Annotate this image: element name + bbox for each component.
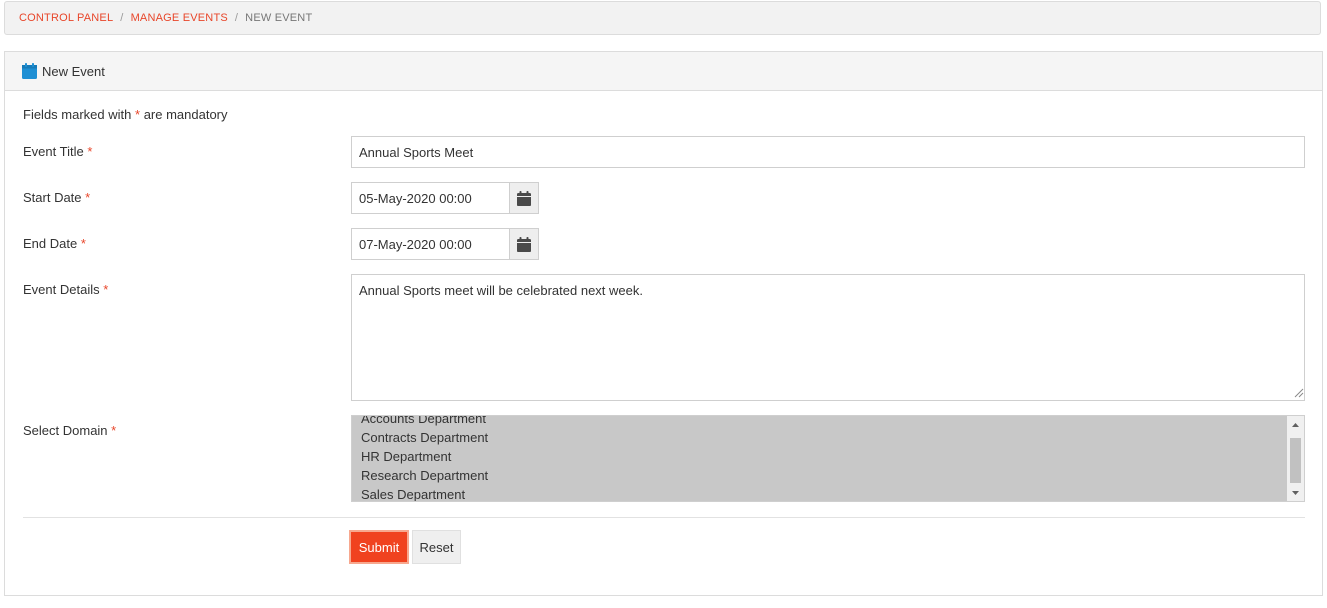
- domain-option[interactable]: Accounts Department: [352, 416, 1287, 428]
- end-date-label: End Date *: [23, 236, 86, 251]
- calendar-icon: [517, 236, 531, 252]
- event-title-input[interactable]: [351, 136, 1305, 168]
- breadcrumb-control-panel[interactable]: CONTROL PANEL: [19, 12, 113, 24]
- required-marker: *: [135, 107, 141, 122]
- mandatory-note: Fields marked with * are mandatory: [23, 107, 228, 122]
- domain-option[interactable]: Contracts Department: [352, 428, 1287, 447]
- domain-option[interactable]: Research Department: [352, 466, 1287, 485]
- mandatory-note-suffix: are mandatory: [143, 107, 228, 122]
- listbox-options: Accounts Department Contracts Department…: [352, 416, 1287, 501]
- required-marker: *: [87, 144, 93, 159]
- start-date-label-text: Start Date: [23, 190, 82, 205]
- start-date-picker-button[interactable]: [509, 182, 539, 214]
- select-domain-label-text: Select Domain: [23, 423, 108, 438]
- end-date-input[interactable]: [351, 228, 509, 260]
- domain-option[interactable]: Sales Department: [352, 485, 1287, 501]
- mandatory-note-prefix: Fields marked with: [23, 107, 132, 122]
- required-marker: *: [111, 423, 117, 438]
- select-domain-label: Select Domain *: [23, 423, 116, 438]
- breadcrumb-current: NEW EVENT: [245, 12, 313, 24]
- breadcrumb: CONTROL PANEL / MANAGE EVENTS / NEW EVEN…: [4, 1, 1321, 35]
- breadcrumb-separator: /: [120, 12, 124, 24]
- reset-button[interactable]: Reset: [412, 530, 461, 564]
- required-marker: *: [80, 236, 86, 251]
- end-date-group: [351, 228, 539, 260]
- end-date-picker-button[interactable]: [509, 228, 539, 260]
- required-marker: *: [103, 282, 109, 297]
- required-marker: *: [85, 190, 91, 205]
- breadcrumb-manage-events[interactable]: MANAGE EVENTS: [131, 12, 228, 24]
- resize-grip-icon[interactable]: [1294, 388, 1304, 398]
- end-date-label-text: End Date: [23, 236, 78, 251]
- listbox-scrollbar[interactable]: [1287, 416, 1304, 501]
- submit-button[interactable]: Submit: [349, 530, 409, 564]
- breadcrumb-separator: /: [234, 12, 239, 24]
- domain-option[interactable]: HR Department: [352, 447, 1287, 466]
- scroll-down-arrow-icon[interactable]: [1287, 484, 1304, 501]
- panel-title: New Event: [42, 63, 105, 79]
- panel-header: New Event: [5, 52, 1322, 91]
- event-title-label-text: Event Title: [23, 144, 84, 159]
- event-details-label: Event Details *: [23, 282, 108, 297]
- start-date-group: [351, 182, 539, 214]
- select-domain-listbox[interactable]: Accounts Department Contracts Department…: [351, 415, 1305, 502]
- event-title-label: Event Title *: [23, 144, 92, 159]
- form-divider: [23, 517, 1305, 518]
- calendar-icon: [22, 63, 37, 79]
- scroll-up-arrow-icon[interactable]: [1287, 416, 1304, 433]
- start-date-label: Start Date *: [23, 190, 90, 205]
- event-details-textarea[interactable]: Annual Sports meet will be celebrated ne…: [351, 274, 1305, 401]
- scrollbar-thumb[interactable]: [1290, 438, 1301, 483]
- start-date-input[interactable]: [351, 182, 509, 214]
- calendar-icon: [517, 190, 531, 206]
- event-details-label-text: Event Details: [23, 282, 100, 297]
- new-event-panel: New Event Fields marked with * are manda…: [4, 51, 1323, 596]
